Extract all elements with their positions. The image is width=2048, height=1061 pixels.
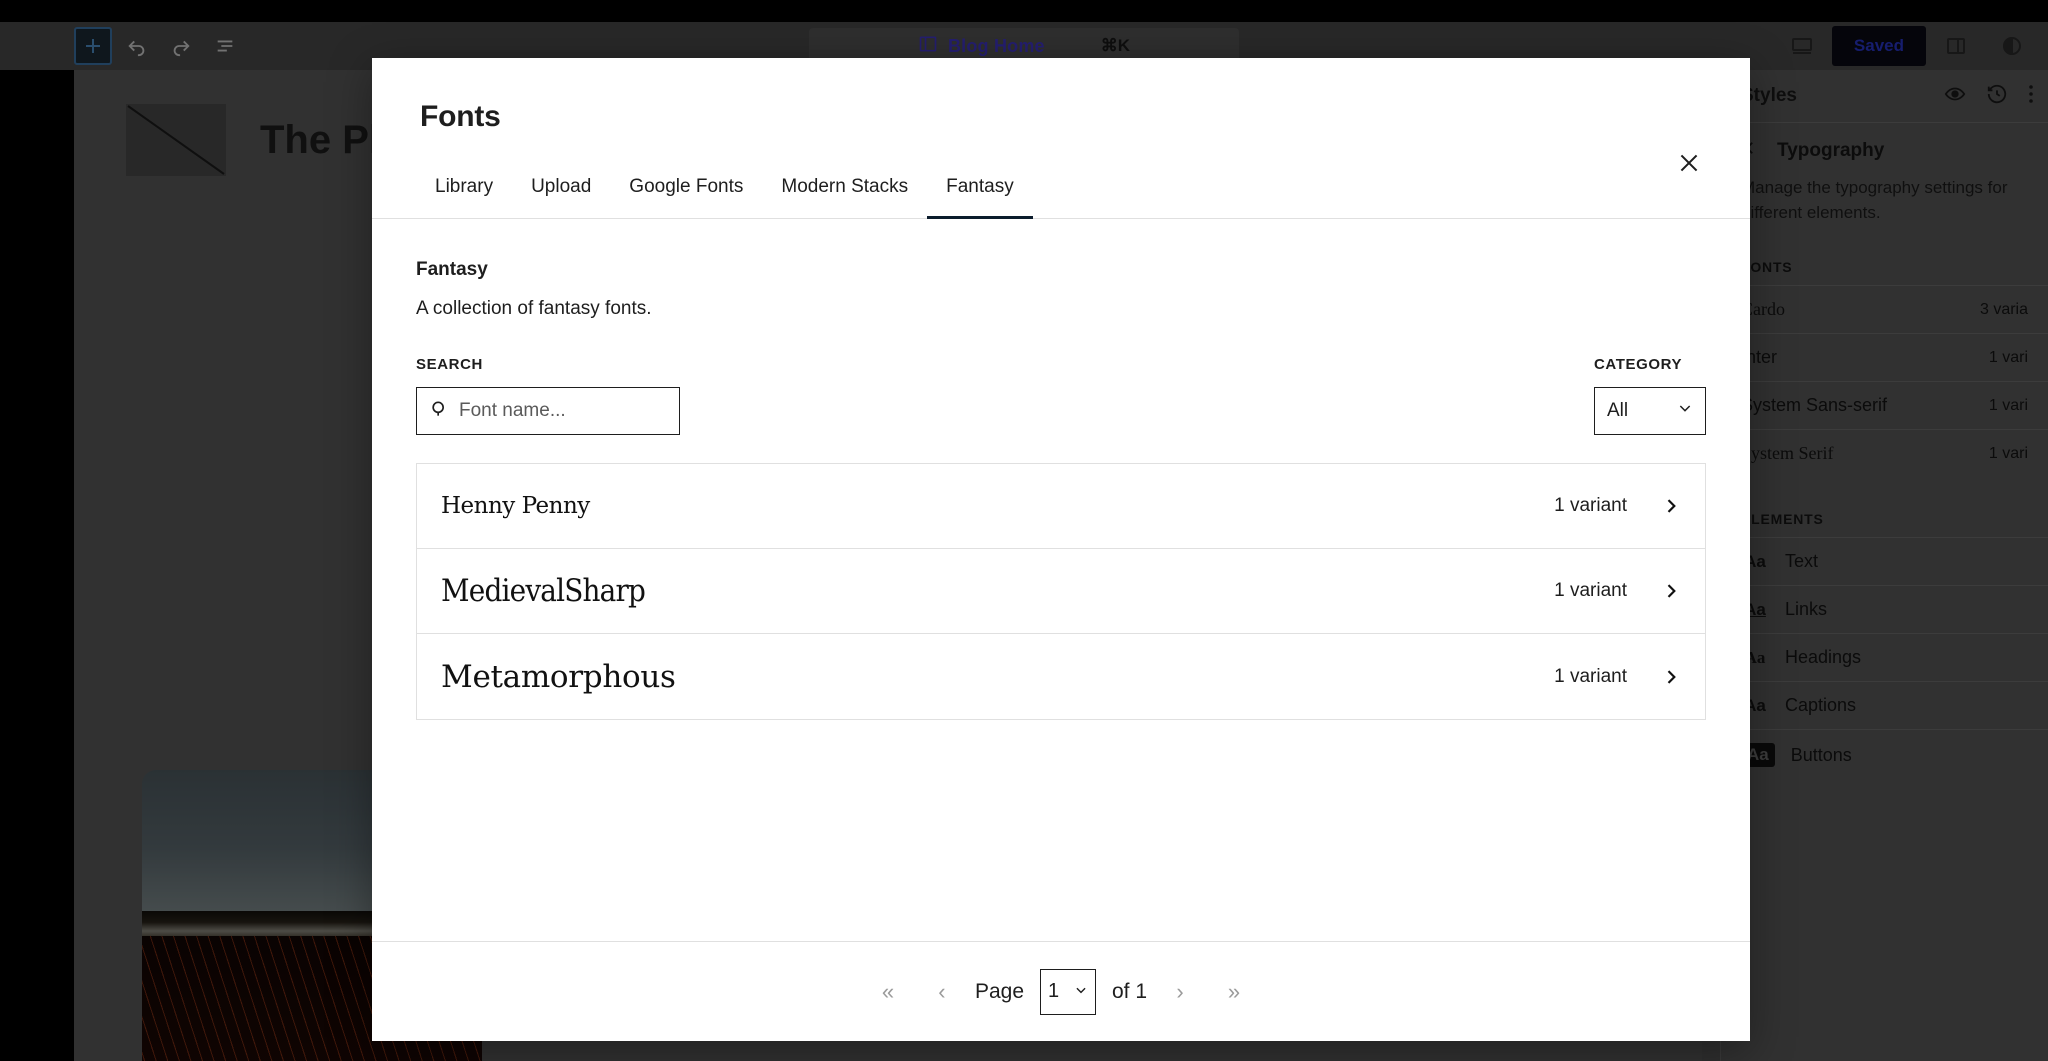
fonts-modal: Fonts Library Upload Google Fonts Modern… [372, 58, 1750, 1041]
pagination: « ‹ Page 1 of 1 › » [372, 941, 1750, 1041]
close-icon[interactable] [1668, 142, 1710, 184]
collection-description: A collection of fantasy fonts. [416, 298, 652, 319]
search-label: SEARCH [416, 356, 483, 373]
last-page-button[interactable]: » [1207, 979, 1261, 1005]
screen: Blog Home ⌘K Saved The Playg Styles Typo… [0, 0, 2048, 1061]
tab-upload[interactable]: Upload [512, 176, 610, 219]
tab-modern-stacks[interactable]: Modern Stacks [762, 176, 927, 219]
collection-title: Fantasy [416, 259, 488, 280]
category-label: CATEGORY [1594, 356, 1683, 373]
font-list-item-metamorphous[interactable]: Metamorphous 1 variant [417, 634, 1705, 719]
chevron-right-icon[interactable] [1661, 496, 1681, 516]
font-list: Henny Penny 1 variant MedievalSharp 1 va… [416, 463, 1706, 720]
font-preview-name: Henny Penny [441, 493, 590, 519]
font-row-meta: 1 variant [1554, 666, 1681, 688]
search-wrap [416, 387, 680, 435]
font-preview-name: Metamorphous [441, 658, 676, 695]
search-field: SEARCH [416, 356, 680, 435]
chevron-down-icon [1677, 400, 1693, 422]
total-pages-label: of 1 [1112, 979, 1148, 1003]
search-box[interactable] [416, 387, 680, 435]
page-select[interactable]: 1 [1040, 968, 1096, 1015]
font-row-meta: 1 variant [1554, 495, 1681, 517]
font-list-item-medievalsharp[interactable]: MedievalSharp 1 variant [417, 549, 1705, 634]
tab-fantasy[interactable]: Fantasy [927, 176, 1033, 219]
filters-row: SEARCH CATEGORY [416, 356, 1706, 435]
font-variant-count: 1 variant [1554, 495, 1627, 516]
font-preview-name: MedievalSharp [441, 573, 646, 609]
category-field: CATEGORY All [1594, 356, 1706, 435]
font-variant-count: 1 variant [1554, 665, 1627, 687]
prev-page-button[interactable]: ‹ [915, 979, 969, 1005]
chevron-right-icon[interactable] [1661, 581, 1681, 601]
modal-title: Fonts [420, 100, 501, 133]
category-select[interactable]: All [1594, 387, 1706, 435]
tab-library[interactable]: Library [416, 176, 512, 219]
page-label: Page [974, 979, 1024, 1003]
chevron-right-icon[interactable] [1661, 667, 1681, 687]
font-list-item-henny-penny[interactable]: Henny Penny 1 variant [417, 464, 1705, 549]
modal-tabs: Library Upload Google Fonts Modern Stack… [372, 176, 1750, 219]
next-page-button[interactable]: › [1153, 979, 1207, 1005]
modal-body: Fantasy A collection of fantasy fonts. S… [372, 219, 1750, 941]
font-row-meta: 1 variant [1554, 580, 1681, 602]
font-variant-count: 1 variant [1554, 580, 1627, 601]
tab-google-fonts[interactable]: Google Fonts [610, 176, 762, 219]
search-icon [429, 399, 449, 424]
category-value: All [1607, 400, 1629, 421]
first-page-button[interactable]: « [861, 979, 915, 1005]
search-input[interactable] [459, 400, 667, 422]
modal-header: Fonts [372, 58, 1750, 172]
chevron-down-icon [1074, 980, 1088, 1003]
current-page-value: 1 [1048, 980, 1060, 1002]
